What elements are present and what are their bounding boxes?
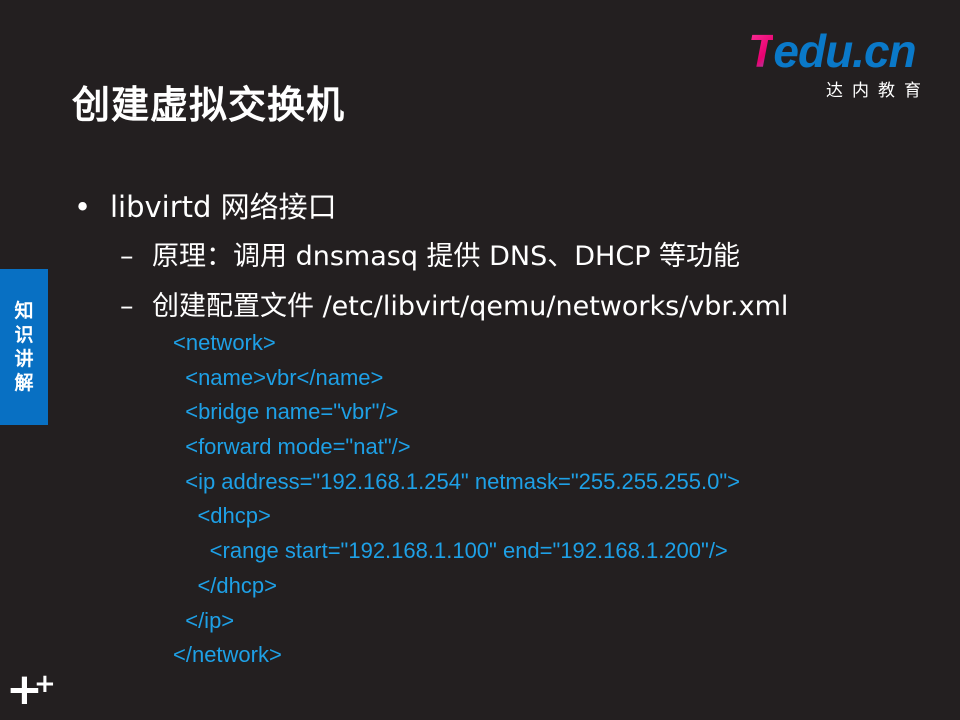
side-char: 解: [14, 372, 34, 394]
side-char: 讲: [14, 348, 34, 370]
side-char: 知: [14, 300, 34, 322]
side-tab-knowledge: 知 识 讲 解: [0, 269, 48, 425]
code-line: <range start="192.168.1.100" end="192.16…: [173, 538, 728, 564]
subbullet-item: – 原理：调用 dnsmasq 提供 DNS、DHCP 等功能: [120, 234, 740, 273]
side-char: 识: [14, 324, 34, 346]
code-line: <ip address="192.168.1.254" netmask="255…: [173, 468, 740, 494]
code-line: </dhcp>: [173, 572, 277, 598]
dash-marker: –: [120, 241, 134, 272]
code-line: <dhcp>: [173, 503, 271, 529]
bullet-text: libvirtd 网络接口: [110, 190, 337, 224]
code-line: <name>vbr</name>: [173, 364, 384, 390]
plus-icon: + +: [6, 668, 56, 712]
plus-small: +: [34, 669, 56, 699]
slide-title: 创建虚拟交换机: [72, 83, 346, 127]
code-line: <forward mode="nat"/>: [173, 434, 411, 460]
xml-code-block: <network> <name>vbr</name> <bridge name=…: [173, 326, 740, 673]
logo-t: T: [748, 25, 774, 77]
subbullet-item: – 创建配置文件 /etc/libvirt/qemu/networks/vbr.x…: [120, 284, 788, 323]
dash-marker: –: [120, 291, 134, 322]
code-line: <network>: [173, 330, 276, 355]
subbullet-text: 原理：调用 dnsmasq 提供 DNS、DHCP 等功能: [152, 241, 741, 272]
bullet-item: • libvirtd 网络接口: [74, 184, 337, 226]
code-line: </network>: [173, 642, 282, 668]
subbullet-text: 创建配置文件 /etc/libvirt/qemu/networks/vbr.xm…: [152, 291, 789, 322]
logo-subtitle: 达内教育: [826, 81, 930, 101]
code-line: </ip>: [173, 607, 235, 633]
logo-text: edu.cn: [773, 25, 916, 77]
code-line: <bridge name="vbr"/>: [173, 399, 399, 425]
tedu-logo: Tedu.cn 达内教育: [748, 28, 938, 101]
bullet-marker: •: [74, 190, 92, 224]
